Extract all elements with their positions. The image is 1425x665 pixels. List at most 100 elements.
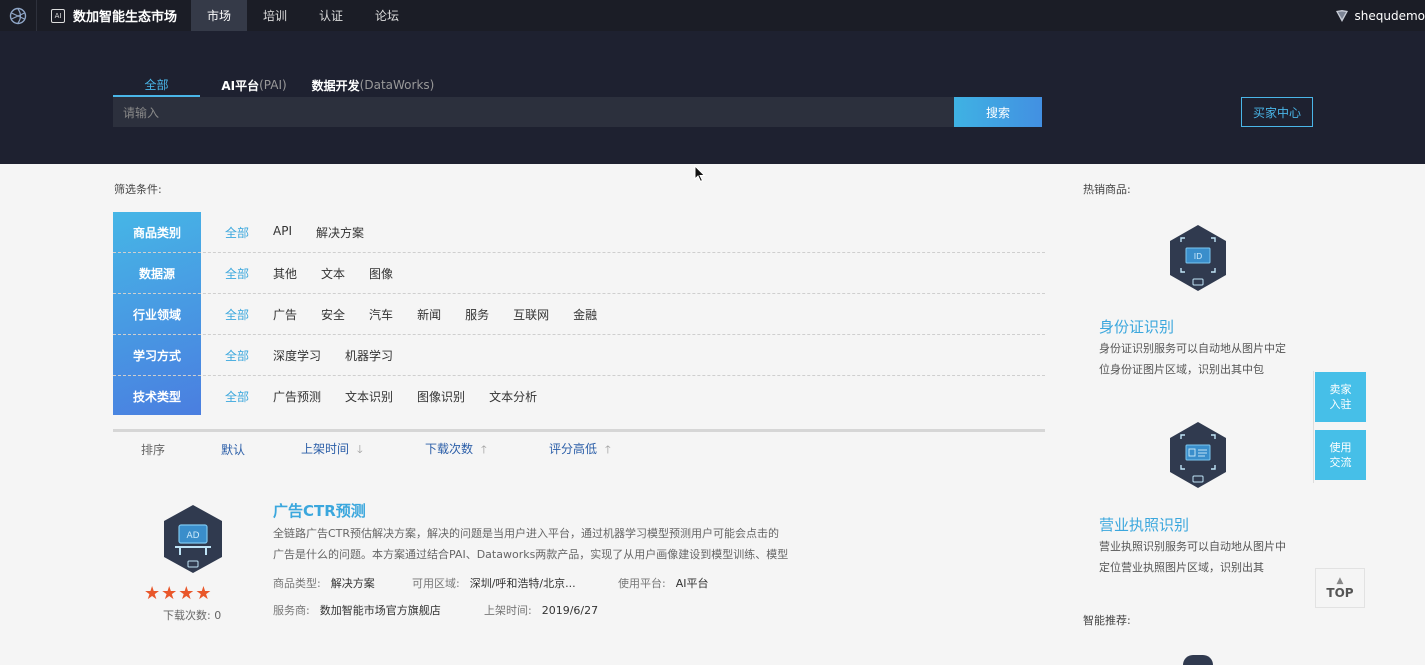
meta-value: 数加智能市场官方旗舰店 — [320, 604, 441, 617]
filter-option[interactable]: 文本 — [321, 265, 345, 282]
top-navbar: AI 数加智能生态市场 市场 培训 认证 论坛 shequdemo — [0, 0, 1425, 31]
filter-option[interactable]: 深度学习 — [273, 347, 321, 364]
sort-by-downloads-label: 下载次数 — [425, 442, 473, 456]
filter-option[interactable]: 全部 — [225, 388, 249, 405]
filter-row-datasource: 数据源 全部 其他 文本 图像 — [113, 253, 1045, 294]
product-description: 全链路广告CTR预估解决方案，解决的问题是当用户进入平台，通过机器学习模型预测用… — [273, 523, 835, 565]
arrow-up-icon: 🡑 — [605, 441, 611, 460]
meta-key: 可用区域: — [412, 577, 460, 590]
nav-forum[interactable]: 论坛 — [359, 0, 415, 31]
filter-option[interactable]: 其他 — [273, 265, 297, 282]
brand-title[interactable]: AI 数加智能生态市场 — [37, 0, 191, 31]
product-title[interactable]: 广告CTR预测 — [273, 500, 366, 521]
meta-value: 解决方案 — [331, 577, 375, 590]
nav-training[interactable]: 培训 — [247, 0, 303, 31]
arrow-down-icon: 🡓 — [357, 441, 363, 460]
filter-option[interactable]: 广告 — [273, 306, 297, 323]
filter-row-tech: 技术类型 全部 广告预测 文本识别 图像识别 文本分析 — [113, 376, 1045, 417]
filter-option[interactable]: 文本识别 — [345, 388, 393, 405]
meta-key: 使用平台: — [618, 577, 666, 590]
sort-by-time-label: 上架时间 — [301, 442, 349, 456]
rating-stars: ★★★★ — [144, 583, 213, 604]
filter-option[interactable]: 文本分析 — [489, 388, 537, 405]
filter-row-category: 商品类别 全部 API 解决方案 — [113, 212, 1045, 253]
meta-key: 服务商: — [273, 604, 310, 617]
filter-heading: 筛选条件: — [114, 181, 162, 197]
filter-option[interactable]: 解决方案 — [316, 224, 364, 241]
filter-option[interactable]: 全部 — [225, 265, 249, 282]
user-shield-icon — [1335, 9, 1349, 23]
username: shequdemo — [1355, 9, 1425, 23]
svg-text:AD: AD — [186, 531, 199, 541]
brand-label: 数加智能生态市场 — [73, 6, 177, 25]
filter-option[interactable]: 图像 — [369, 265, 393, 282]
meta-key: 商品类型: — [273, 577, 321, 590]
filter-option[interactable]: 全部 — [225, 224, 249, 241]
exchange-button[interactable]: 使用交流 — [1315, 430, 1366, 480]
sort-by-rating-label: 评分高低 — [549, 442, 597, 456]
filter-option[interactable]: 汽车 — [369, 306, 393, 323]
scope-tab-dataworks[interactable]: 数据开发(DataWorks) — [308, 73, 438, 97]
arrow-up-icon: 🡑 — [481, 441, 487, 460]
scope-tab-ai-label: AI平台 — [221, 77, 259, 94]
scope-tab-all[interactable]: 全部 — [113, 73, 200, 97]
meta-key: 上架时间: — [484, 604, 532, 617]
filter-option[interactable]: 新闻 — [417, 306, 441, 323]
product-description-line: 广告是什么的问题。本方案通过结合PAI、Dataworks两款产品，实现了从用户… — [273, 544, 835, 565]
scope-tab-dataworks-label: 数据开发 — [312, 77, 360, 94]
sort-by-time[interactable]: 上架时间 🡓 — [301, 440, 363, 460]
nav-certification[interactable]: 认证 — [303, 0, 359, 31]
filter-option[interactable]: 图像识别 — [417, 388, 465, 405]
sort-by-downloads[interactable]: 下载次数 🡑 — [425, 440, 487, 460]
filter-label: 技术类型 — [113, 376, 201, 417]
download-count: 下载次数: 0 — [163, 607, 221, 623]
scope-tab-dataworks-sub: (DataWorks) — [360, 78, 435, 92]
hot-item-title[interactable]: 营业执照识别 — [1099, 514, 1189, 535]
filter-option[interactable]: API — [273, 224, 292, 241]
search-button[interactable]: 搜索 — [954, 97, 1042, 127]
sort-by-rating[interactable]: 评分高低 🡑 — [549, 440, 611, 460]
search-hero: 全部 AI平台(PAI) 数据开发(DataWorks) 请输入 搜索 买家中心 — [0, 31, 1425, 164]
filter-option[interactable]: 广告预测 — [273, 388, 321, 405]
filter-option[interactable]: 全部 — [225, 347, 249, 364]
meta-value: AI平台 — [676, 577, 709, 590]
buyer-center-button[interactable]: 买家中心 — [1241, 97, 1313, 127]
meta-value: 2019/6/27 — [542, 604, 598, 617]
back-to-top-label: TOP — [1326, 586, 1353, 600]
filter-option[interactable]: 互联网 — [513, 306, 549, 323]
recommend-item-icon[interactable] — [1183, 655, 1213, 665]
filter-option[interactable]: 金融 — [573, 306, 597, 323]
filter-label: 行业领域 — [113, 294, 201, 335]
sort-label: 排序 — [141, 441, 165, 458]
filter-option[interactable]: 全部 — [225, 306, 249, 323]
exchange-line: 使用 — [1330, 440, 1352, 455]
hot-item-description: 营业执照识别服务可以自动地从图片中定位营业执照图片区域，识别出其 — [1099, 536, 1295, 578]
product-description-line: 全链路广告CTR预估解决方案，解决的问题是当用户进入平台，通过机器学习模型预测用… — [273, 523, 835, 544]
filter-row-learning: 学习方式 全部 深度学习 机器学习 — [113, 335, 1045, 376]
filter-option[interactable]: 安全 — [321, 306, 345, 323]
search-scope-tabs: 全部 AI平台(PAI) 数据开发(DataWorks) — [113, 73, 438, 97]
scope-tab-all-label: 全部 — [144, 76, 168, 93]
sort-bar: 排序 默认 上架时间 🡓 下载次数 🡑 评分高低 🡑 — [113, 429, 1045, 467]
filter-option[interactable]: 服务 — [465, 306, 489, 323]
ai-badge-icon: AI — [51, 9, 65, 23]
logo-icon[interactable] — [0, 0, 37, 31]
nav-market[interactable]: 市场 — [191, 0, 247, 31]
filter-option[interactable]: 机器学习 — [345, 347, 393, 364]
search-input[interactable]: 请输入 — [113, 97, 954, 127]
back-to-top-button[interactable]: ▲ TOP — [1315, 568, 1365, 608]
meta-vendor: 服务商: 数加智能市场官方旗舰店 — [273, 602, 441, 618]
svg-text:ID: ID — [1194, 252, 1203, 261]
filter-row-industry: 行业领域 全部 广告 安全 汽车 新闻 服务 互联网 金融 — [113, 294, 1045, 335]
filter-label: 商品类别 — [113, 212, 201, 253]
hot-item-description: 身份证识别服务可以自动地从图片中定位身份证图片区域，识别出其中包 — [1099, 338, 1295, 380]
id-card-icon[interactable]: ID — [1167, 224, 1229, 295]
scope-tab-ai[interactable]: AI平台(PAI) — [200, 73, 308, 97]
seller-join-button[interactable]: 卖家入驻 — [1315, 372, 1366, 422]
hot-item-title[interactable]: 身份证识别 — [1099, 316, 1174, 337]
ad-product-icon[interactable]: AD — [161, 503, 225, 578]
business-license-icon[interactable] — [1167, 421, 1229, 492]
sort-default[interactable]: 默认 — [221, 441, 245, 458]
user-menu[interactable]: shequdemo — [1335, 0, 1425, 31]
filter-label: 数据源 — [113, 253, 201, 294]
